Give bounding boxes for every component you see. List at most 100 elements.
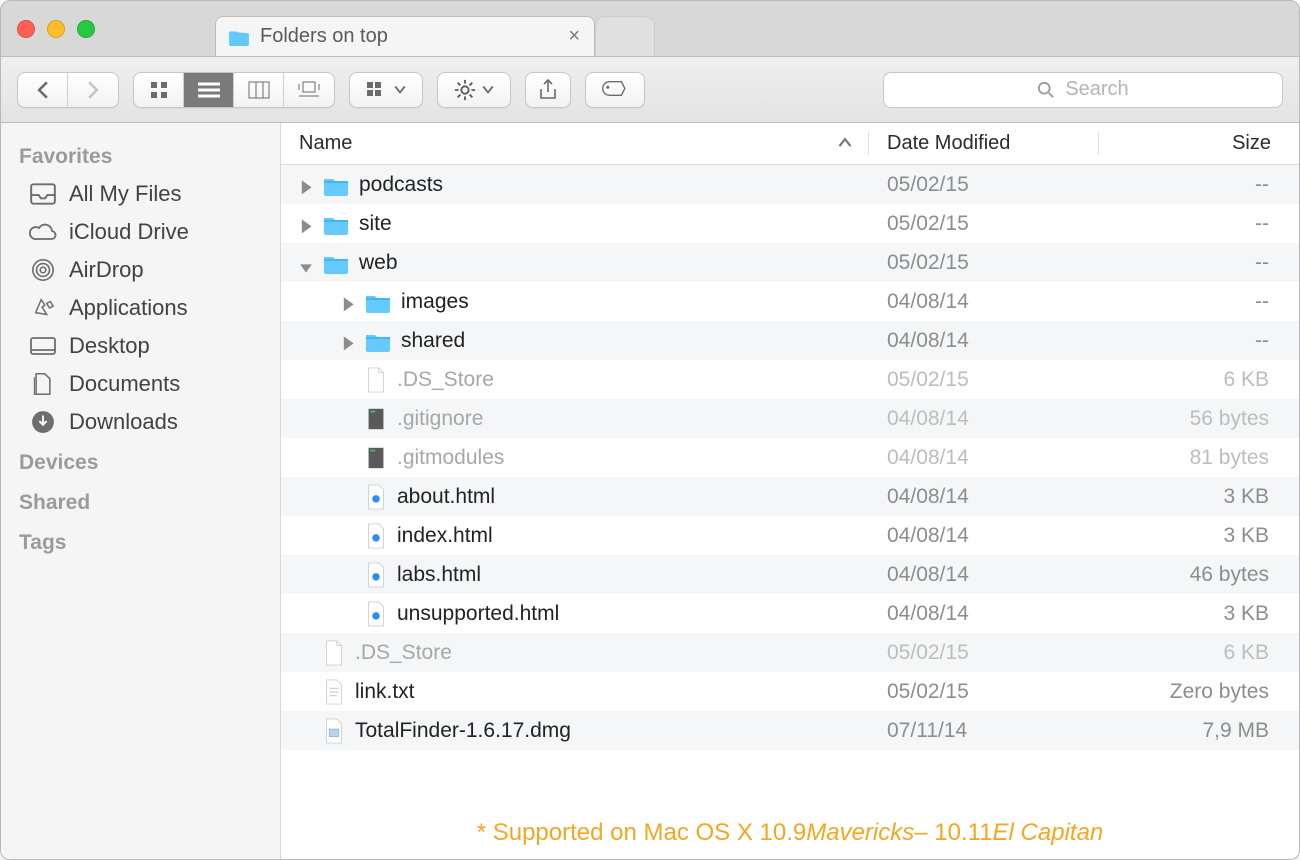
tray-icon	[29, 182, 57, 206]
file-name: about.html	[397, 485, 495, 509]
disclosure-spacer	[341, 529, 355, 543]
file-name: unsupported.html	[397, 602, 559, 626]
tab-new[interactable]	[595, 16, 655, 56]
column-size[interactable]: Size	[1099, 132, 1299, 155]
sidebar-item-downloads[interactable]: Downloads	[1, 403, 280, 441]
back-button[interactable]	[18, 73, 68, 107]
file-date: 04/08/14	[869, 407, 1099, 431]
file-name: shared	[401, 329, 465, 353]
folder-icon	[228, 28, 250, 46]
search-icon	[1037, 81, 1055, 99]
tab-title: Folders on top	[260, 25, 388, 48]
file-name: .DS_Store	[397, 368, 494, 392]
forward-button[interactable]	[68, 73, 118, 107]
sidebar-item-icloud-drive[interactable]: iCloud Drive	[1, 213, 280, 251]
view-icons-button[interactable]	[134, 73, 184, 107]
sidebar-section-header: Shared	[1, 481, 280, 521]
file-date: 04/08/14	[869, 485, 1099, 509]
file-name: web	[359, 251, 398, 275]
file-name: index.html	[397, 524, 493, 548]
titlebar: Folders on top ×	[1, 1, 1299, 57]
nav-buttons	[17, 72, 119, 108]
minimize-window-button[interactable]	[47, 20, 65, 38]
file-date: 05/02/15	[869, 680, 1099, 704]
file-row[interactable]: shared 04/08/14 --	[281, 321, 1299, 360]
disclosure-triangle-icon[interactable]	[299, 178, 313, 192]
file-size: --	[1099, 173, 1299, 197]
sidebar-section-header: Devices	[1, 441, 280, 481]
disclosure-triangle-icon[interactable]	[299, 217, 313, 231]
file-date: 07/11/14	[869, 719, 1099, 743]
traffic-lights	[17, 20, 95, 38]
file-row[interactable]: unsupported.html 04/08/14 3 KB	[281, 594, 1299, 633]
column-date[interactable]: Date Modified	[869, 132, 1099, 155]
file-size: 56 bytes	[1099, 407, 1299, 431]
sidebar-item-label: iCloud Drive	[69, 219, 189, 245]
disclosure-triangle-icon[interactable]	[341, 334, 355, 348]
file-date: 04/08/14	[869, 290, 1099, 314]
desktop-icon	[29, 334, 57, 358]
support-note: * Supported on Mac OS X 10.9 Mavericks –…	[281, 807, 1299, 859]
file-row[interactable]: .DS_Store 05/02/15 6 KB	[281, 360, 1299, 399]
sidebar-item-label: AirDrop	[69, 257, 144, 283]
disclosure-triangle-icon[interactable]	[341, 295, 355, 309]
file-row[interactable]: TotalFinder-1.6.17.dmg 07/11/14 7,9 MB	[281, 711, 1299, 750]
file-size: 3 KB	[1099, 524, 1299, 548]
tab-close-icon[interactable]: ×	[568, 25, 580, 48]
sidebar-item-label: Desktop	[69, 333, 150, 359]
html-icon	[365, 523, 387, 549]
view-list-button[interactable]	[184, 73, 234, 107]
file-date: 05/02/15	[869, 368, 1099, 392]
sidebar-item-documents[interactable]: Documents	[1, 365, 280, 403]
file-size: --	[1099, 212, 1299, 236]
file-row[interactable]: web 05/02/15 --	[281, 243, 1299, 282]
file-size: 6 KB	[1099, 368, 1299, 392]
action-menu[interactable]	[437, 72, 511, 108]
tab-active[interactable]: Folders on top ×	[215, 16, 595, 56]
sidebar-item-desktop[interactable]: Desktop	[1, 327, 280, 365]
exec-icon	[365, 445, 387, 471]
disclosure-spacer	[299, 685, 313, 699]
file-row[interactable]: .gitignore 04/08/14 56 bytes	[281, 399, 1299, 438]
file-row[interactable]: site 05/02/15 --	[281, 204, 1299, 243]
share-button[interactable]	[525, 72, 571, 108]
disclosure-spacer	[299, 646, 313, 660]
tags-button[interactable]	[585, 72, 645, 108]
file-row[interactable]: podcasts 05/02/15 --	[281, 165, 1299, 204]
sidebar-item-label: Applications	[69, 295, 188, 321]
view-columns-button[interactable]	[234, 73, 284, 107]
file-name: link.txt	[355, 680, 415, 704]
blank-icon	[365, 367, 387, 393]
sidebar-item-applications[interactable]: Applications	[1, 289, 280, 327]
file-size: 7,9 MB	[1099, 719, 1299, 743]
disclosure-triangle-icon[interactable]	[299, 256, 313, 270]
file-row[interactable]: images 04/08/14 --	[281, 282, 1299, 321]
folder-icon	[323, 213, 349, 235]
apps-icon	[29, 296, 57, 320]
search-field[interactable]: Search	[883, 72, 1283, 108]
disclosure-spacer	[341, 373, 355, 387]
file-row[interactable]: labs.html 04/08/14 46 bytes	[281, 555, 1299, 594]
file-name: .DS_Store	[355, 641, 452, 665]
sidebar-section-header: Favorites	[1, 135, 280, 175]
file-row[interactable]: .gitmodules 04/08/14 81 bytes	[281, 438, 1299, 477]
file-size: --	[1099, 329, 1299, 353]
file-size: 3 KB	[1099, 485, 1299, 509]
file-date: 05/02/15	[869, 251, 1099, 275]
html-icon	[365, 484, 387, 510]
zoom-window-button[interactable]	[77, 20, 95, 38]
arrange-menu[interactable]	[349, 72, 423, 108]
sidebar-item-airdrop[interactable]: AirDrop	[1, 251, 280, 289]
file-row[interactable]: link.txt 05/02/15 Zero bytes	[281, 672, 1299, 711]
file-name: .gitignore	[397, 407, 483, 431]
file-row[interactable]: .DS_Store 05/02/15 6 KB	[281, 633, 1299, 672]
column-name[interactable]: Name	[281, 132, 869, 155]
sidebar-item-all-my-files[interactable]: All My Files	[1, 175, 280, 213]
file-name: images	[401, 290, 469, 314]
view-coverflow-button[interactable]	[284, 73, 334, 107]
file-row[interactable]: index.html 04/08/14 3 KB	[281, 516, 1299, 555]
file-row[interactable]: about.html 04/08/14 3 KB	[281, 477, 1299, 516]
file-date: 05/02/15	[869, 641, 1099, 665]
close-window-button[interactable]	[17, 20, 35, 38]
column-headers: Name Date Modified Size	[281, 123, 1299, 165]
